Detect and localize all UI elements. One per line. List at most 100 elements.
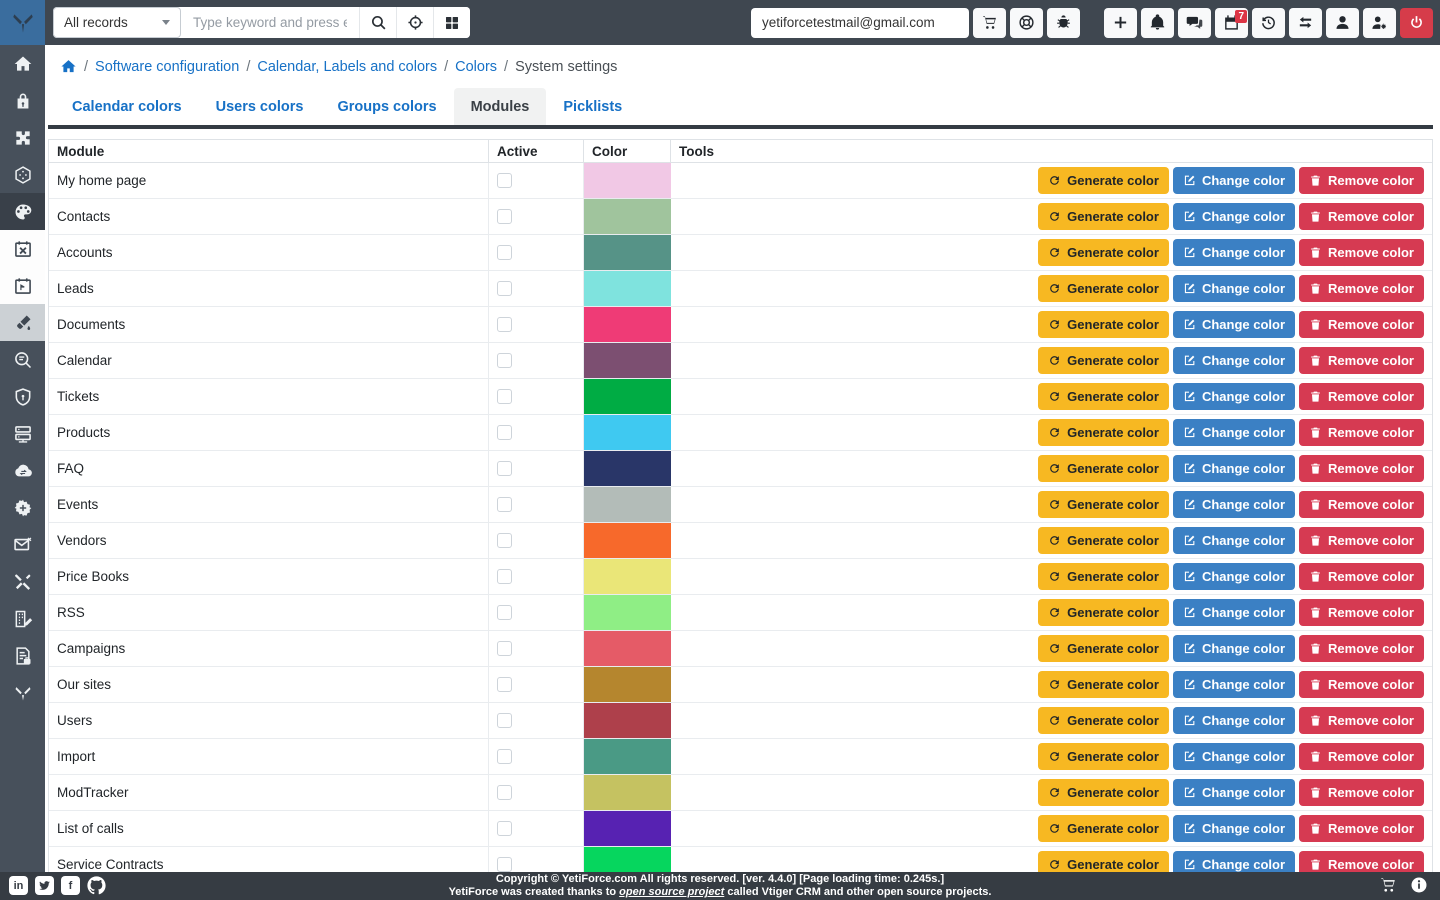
breadcrumb-link-software-configuration[interactable]: Software configuration xyxy=(95,59,239,75)
remove-color-button[interactable]: Remove color xyxy=(1299,275,1424,302)
generate-color-button[interactable]: Generate color xyxy=(1038,455,1169,482)
remove-color-button[interactable]: Remove color xyxy=(1299,311,1424,338)
remove-color-button[interactable]: Remove color xyxy=(1299,743,1424,770)
remove-color-button[interactable]: Remove color xyxy=(1299,815,1424,842)
user-settings-button[interactable] xyxy=(1363,8,1396,38)
tab-modules[interactable]: Modules xyxy=(454,88,547,125)
change-color-button[interactable]: Change color xyxy=(1173,527,1295,554)
change-color-button[interactable]: Change color xyxy=(1173,203,1295,230)
sidebar-item-colors-paint[interactable] xyxy=(0,304,45,341)
remove-color-button[interactable]: Remove color xyxy=(1299,635,1424,662)
sidebar-item-automation[interactable] xyxy=(0,489,45,526)
sidebar-item-calendar-labels[interactable] xyxy=(0,267,45,304)
change-color-button[interactable]: Change color xyxy=(1173,347,1295,374)
sidebar-item-integrations[interactable] xyxy=(0,119,45,156)
sidebar-item-security[interactable] xyxy=(0,82,45,119)
records-filter-select[interactable]: All records xyxy=(53,7,181,38)
generate-color-button[interactable]: Generate color xyxy=(1038,419,1169,446)
change-color-button[interactable]: Change color xyxy=(1173,311,1295,338)
generate-color-button[interactable]: Generate color xyxy=(1038,167,1169,194)
change-color-button[interactable]: Change color xyxy=(1173,491,1295,518)
remove-color-button[interactable]: Remove color xyxy=(1299,383,1424,410)
sidebar-item-search-setup[interactable] xyxy=(0,341,45,378)
generate-color-button[interactable]: Generate color xyxy=(1038,707,1169,734)
active-checkbox[interactable] xyxy=(497,173,512,188)
active-checkbox[interactable] xyxy=(497,785,512,800)
active-checkbox[interactable] xyxy=(497,245,512,260)
active-checkbox[interactable] xyxy=(497,605,512,620)
remove-color-button[interactable]: Remove color xyxy=(1299,599,1424,626)
notifications-button[interactable] xyxy=(1141,8,1174,38)
search-input[interactable] xyxy=(181,7,359,38)
sidebar-item-modules[interactable] xyxy=(0,156,45,193)
change-color-button[interactable]: Change color xyxy=(1173,455,1295,482)
change-color-button[interactable]: Change color xyxy=(1173,563,1295,590)
remove-color-button[interactable]: Remove color xyxy=(1299,707,1424,734)
remove-color-button[interactable]: Remove color xyxy=(1299,203,1424,230)
change-color-button[interactable]: Change color xyxy=(1173,275,1295,302)
yetiforce-logo[interactable] xyxy=(0,0,45,45)
active-checkbox[interactable] xyxy=(497,569,512,584)
profile-button[interactable] xyxy=(1326,8,1359,38)
history-button[interactable] xyxy=(1252,8,1285,38)
sidebar-item-cloud-sync[interactable] xyxy=(0,452,45,489)
remove-color-button[interactable]: Remove color xyxy=(1299,563,1424,590)
logout-button[interactable] xyxy=(1400,8,1433,38)
support-button[interactable] xyxy=(1010,8,1043,38)
tab-calendar-colors[interactable]: Calendar colors xyxy=(55,88,199,125)
breadcrumb-link-colors[interactable]: Colors xyxy=(455,59,497,75)
apps-menu-button[interactable] xyxy=(433,7,470,38)
change-color-button[interactable]: Change color xyxy=(1173,779,1295,806)
sidebar-item-tools[interactable] xyxy=(0,563,45,600)
active-checkbox[interactable] xyxy=(497,677,512,692)
change-color-button[interactable]: Change color xyxy=(1173,239,1295,266)
github-icon[interactable] xyxy=(87,876,106,895)
active-checkbox[interactable] xyxy=(497,749,512,764)
remove-color-button[interactable]: Remove color xyxy=(1299,779,1424,806)
sidebar-item-colors[interactable] xyxy=(0,193,45,230)
generate-color-button[interactable]: Generate color xyxy=(1038,599,1169,626)
search-button[interactable] xyxy=(359,7,396,38)
generate-color-button[interactable]: Generate color xyxy=(1038,203,1169,230)
shop-button[interactable] xyxy=(973,8,1006,38)
breadcrumb-home-link[interactable] xyxy=(60,58,77,75)
change-color-button[interactable]: Change color xyxy=(1173,743,1295,770)
generate-color-button[interactable]: Generate color xyxy=(1038,491,1169,518)
breadcrumb-link-calendar-labels-colors[interactable]: Calendar, Labels and colors xyxy=(257,59,437,75)
generate-color-button[interactable]: Generate color xyxy=(1038,671,1169,698)
change-color-button[interactable]: Change color xyxy=(1173,671,1295,698)
active-checkbox[interactable] xyxy=(497,857,512,872)
generate-color-button[interactable]: Generate color xyxy=(1038,347,1169,374)
remove-color-button[interactable]: Remove color xyxy=(1299,671,1424,698)
change-color-button[interactable]: Change color xyxy=(1173,707,1295,734)
active-checkbox[interactable] xyxy=(497,317,512,332)
tab-picklists[interactable]: Picklists xyxy=(546,88,639,125)
sidebar-item-server[interactable] xyxy=(0,415,45,452)
twitter-icon[interactable] xyxy=(35,876,54,895)
generate-color-button[interactable]: Generate color xyxy=(1038,779,1169,806)
change-color-button[interactable]: Change color xyxy=(1173,419,1295,446)
generate-color-button[interactable]: Generate color xyxy=(1038,311,1169,338)
sidebar-item-calendar-settings[interactable] xyxy=(0,230,45,267)
tab-groups-colors[interactable]: Groups colors xyxy=(320,88,453,125)
active-checkbox[interactable] xyxy=(497,389,512,404)
facebook-icon[interactable]: f xyxy=(61,876,80,895)
chat-button[interactable] xyxy=(1178,8,1211,38)
sidebar-item-mail-tools[interactable] xyxy=(0,526,45,563)
change-color-button[interactable]: Change color xyxy=(1173,383,1295,410)
sidebar-item-permissions[interactable] xyxy=(0,378,45,415)
generate-color-button[interactable]: Generate color xyxy=(1038,815,1169,842)
cart-icon[interactable] xyxy=(1379,876,1397,894)
active-checkbox[interactable] xyxy=(497,533,512,548)
change-color-button[interactable]: Change color xyxy=(1173,167,1295,194)
switch-users-button[interactable] xyxy=(1289,8,1322,38)
bug-report-button[interactable] xyxy=(1047,8,1080,38)
change-color-button[interactable]: Change color xyxy=(1173,815,1295,842)
remove-color-button[interactable]: Remove color xyxy=(1299,419,1424,446)
active-checkbox[interactable] xyxy=(497,461,512,476)
open-source-link[interactable]: open source project xyxy=(619,886,724,898)
generate-color-button[interactable]: Generate color xyxy=(1038,527,1169,554)
remove-color-button[interactable]: Remove color xyxy=(1299,491,1424,518)
remove-color-button[interactable]: Remove color xyxy=(1299,167,1424,194)
email-field[interactable] xyxy=(751,8,969,38)
